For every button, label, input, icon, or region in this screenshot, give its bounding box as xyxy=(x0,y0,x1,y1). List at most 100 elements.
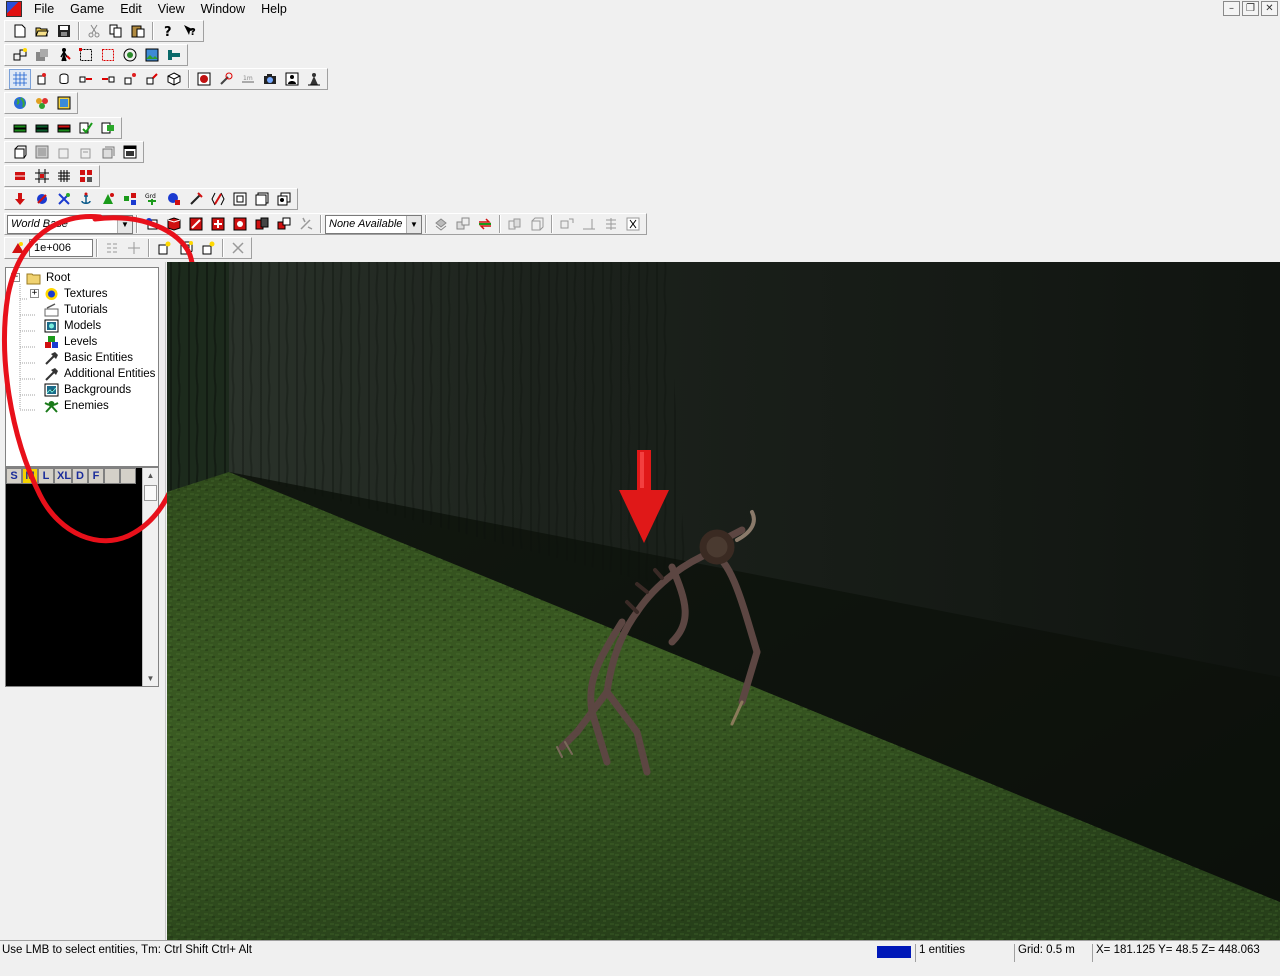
csg-3[interactable] xyxy=(185,214,207,234)
prim-5[interactable] xyxy=(197,238,219,258)
menu-file[interactable]: File xyxy=(26,0,62,18)
menu-help[interactable]: Help xyxy=(253,0,295,18)
mip-2[interactable] xyxy=(452,214,474,234)
restore-button[interactable]: ❐ xyxy=(1242,1,1259,16)
entity-tool-4[interactable] xyxy=(75,189,97,209)
close-button[interactable]: ✕ xyxy=(1261,1,1278,16)
csg-6[interactable] xyxy=(251,214,273,234)
menu-view[interactable]: View xyxy=(150,0,193,18)
scroll-thumb[interactable] xyxy=(144,485,157,501)
tree-node-textures[interactable]: Textures xyxy=(44,286,107,302)
entity-tool-1[interactable] xyxy=(9,189,31,209)
edit-tool-3[interactable] xyxy=(53,69,75,89)
snap-3[interactable] xyxy=(53,166,75,186)
tool-6[interactable] xyxy=(119,45,141,65)
tool-1[interactable] xyxy=(9,45,31,65)
layer-5[interactable] xyxy=(97,118,119,138)
tree-node-tutorials[interactable]: Tutorials xyxy=(44,302,108,318)
entity-tool-7[interactable]: Grd xyxy=(141,189,163,209)
app-icon[interactable] xyxy=(6,1,22,17)
tree-node-enemies[interactable]: Enemies xyxy=(44,398,109,414)
prim-1[interactable] xyxy=(101,238,123,258)
value-field[interactable]: 1e+006 xyxy=(29,239,93,257)
paste-button[interactable] xyxy=(127,21,149,41)
world-button[interactable] xyxy=(9,93,31,113)
root-collapse-toggle[interactable]: − xyxy=(11,273,20,282)
tab-size-m[interactable]: M xyxy=(22,468,38,484)
view-1[interactable] xyxy=(9,142,31,162)
save-button[interactable] xyxy=(53,21,75,41)
chevron-down-icon[interactable]: ▼ xyxy=(406,215,421,233)
mip-1[interactable] xyxy=(430,214,452,234)
entity-tool-2[interactable] xyxy=(31,189,53,209)
camera-button[interactable] xyxy=(259,69,281,89)
tree-node-root[interactable]: Root xyxy=(26,270,70,286)
about-button[interactable]: ? xyxy=(157,21,179,41)
snap-4[interactable] xyxy=(75,166,97,186)
edit-tool-4[interactable] xyxy=(75,69,97,89)
tab-size-s[interactable]: S xyxy=(6,468,22,484)
edit-tool-5[interactable] xyxy=(97,69,119,89)
entity-tool-6[interactable] xyxy=(119,189,141,209)
mip-4[interactable] xyxy=(504,214,526,234)
tree-node-models[interactable]: Models xyxy=(44,318,101,334)
tab-size-f[interactable]: F xyxy=(88,468,104,484)
scroll-down-icon[interactable]: ▼ xyxy=(143,671,158,686)
chevron-down-icon[interactable]: ▼ xyxy=(117,215,132,233)
view-2[interactable] xyxy=(31,142,53,162)
view-3[interactable] xyxy=(53,142,75,162)
entity-tool-12[interactable] xyxy=(251,189,273,209)
menu-window[interactable]: Window xyxy=(193,0,253,18)
entity-tool-13[interactable] xyxy=(273,189,295,209)
copy-button[interactable] xyxy=(105,21,127,41)
layer-4[interactable] xyxy=(75,118,97,138)
textures-expand-toggle[interactable]: + xyxy=(30,289,39,298)
mip-9[interactable] xyxy=(622,214,644,234)
open-button[interactable] xyxy=(31,21,53,41)
tool-2[interactable] xyxy=(31,45,53,65)
textures-button[interactable] xyxy=(53,93,75,113)
tab-size-d[interactable]: D xyxy=(72,468,88,484)
3d-viewport[interactable] xyxy=(167,262,1280,940)
grid-mode-button[interactable] xyxy=(9,69,31,89)
csg-4[interactable] xyxy=(207,214,229,234)
mip-6[interactable] xyxy=(556,214,578,234)
tree-node-basic-entities[interactable]: Basic Entities xyxy=(44,350,133,366)
tree-node-levels[interactable]: Levels xyxy=(44,334,97,350)
csg-1[interactable] xyxy=(141,214,163,234)
edit-tool-11[interactable]: 1m xyxy=(237,69,259,89)
edit-tool-8[interactable] xyxy=(163,69,185,89)
scroll-up-icon[interactable]: ▲ xyxy=(143,468,158,483)
snap-2[interactable] xyxy=(31,166,53,186)
entity-tool-3[interactable] xyxy=(53,189,75,209)
models-button[interactable] xyxy=(31,93,53,113)
tool-4[interactable] xyxy=(75,45,97,65)
edit-tool-9[interactable] xyxy=(193,69,215,89)
minimize-button[interactable]: – xyxy=(1223,1,1240,16)
primitive-button[interactable] xyxy=(7,238,29,258)
edit-tool-2[interactable] xyxy=(31,69,53,89)
context-help-button[interactable]: ? xyxy=(179,21,201,41)
new-button[interactable] xyxy=(9,21,31,41)
view-6[interactable] xyxy=(119,142,141,162)
layer-3[interactable] xyxy=(53,118,75,138)
tab-blank-2[interactable] xyxy=(120,468,136,484)
prim-4[interactable] xyxy=(175,238,197,258)
browser-scrollbar[interactable]: ▲ ▼ xyxy=(142,468,158,686)
mip-8[interactable] xyxy=(600,214,622,234)
csg-8[interactable] xyxy=(295,214,317,234)
csg-5[interactable] xyxy=(229,214,251,234)
cut-button[interactable] xyxy=(83,21,105,41)
menu-edit[interactable]: Edit xyxy=(112,0,150,18)
edit-tool-14[interactable] xyxy=(303,69,325,89)
tree-node-backgrounds[interactable]: Backgrounds xyxy=(44,382,131,398)
tool-5[interactable] xyxy=(97,45,119,65)
view-4[interactable] xyxy=(75,142,97,162)
edit-tool-10[interactable] xyxy=(215,69,237,89)
edit-tool-13[interactable] xyxy=(281,69,303,89)
tab-size-l[interactable]: L xyxy=(38,468,54,484)
csg-7[interactable] xyxy=(273,214,295,234)
layer-2[interactable] xyxy=(31,118,53,138)
layer-1[interactable] xyxy=(9,118,31,138)
mip-3[interactable] xyxy=(474,214,496,234)
